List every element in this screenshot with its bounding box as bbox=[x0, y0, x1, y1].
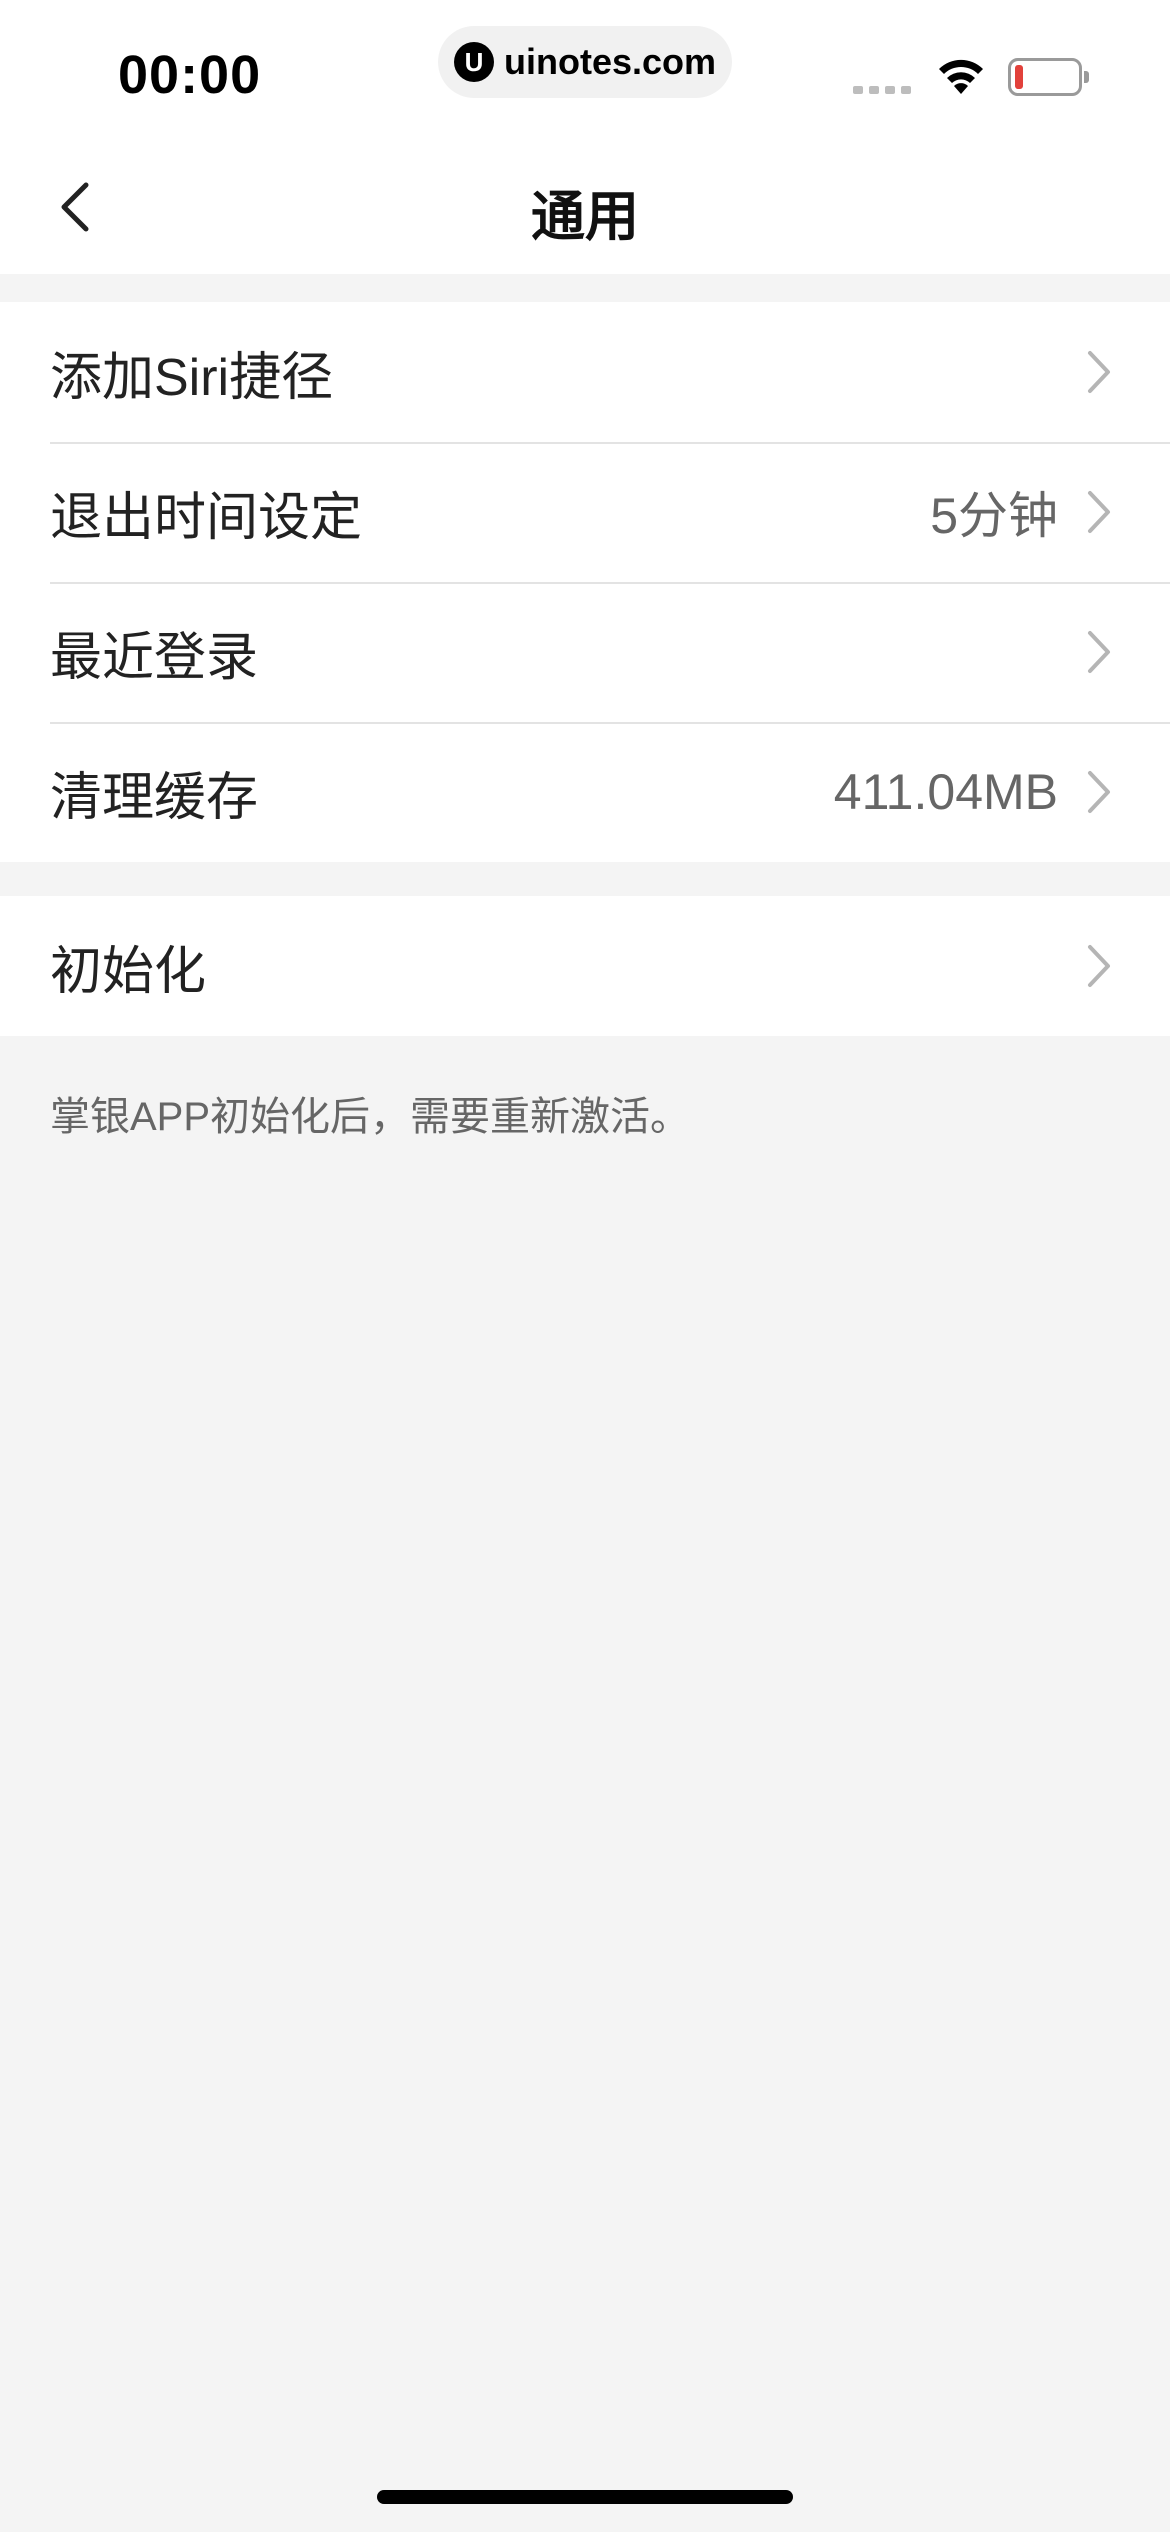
chevron-right-icon bbox=[1088, 945, 1110, 987]
chevron-right-icon bbox=[1088, 491, 1110, 533]
url-text: uinotes.com bbox=[503, 41, 717, 82]
home-indicator[interactable] bbox=[377, 2490, 793, 2504]
signal-icon bbox=[853, 86, 911, 94]
settings-row-initialize[interactable]: 初始化 bbox=[0, 896, 1170, 1036]
settings-row-clear-cache[interactable]: 清理缓存 411.04MB bbox=[0, 722, 1170, 862]
row-label: 初始化 bbox=[50, 942, 207, 1001]
site-logo-icon: U bbox=[453, 42, 494, 82]
status-bar: 00:00 U uinotes.com bbox=[0, 0, 1170, 140]
page-title: 通用 bbox=[531, 187, 639, 247]
chevron-right-icon bbox=[1088, 631, 1110, 673]
row-label: 清理缓存 bbox=[50, 768, 259, 827]
row-label: 最近登录 bbox=[50, 628, 259, 687]
chevron-right-icon bbox=[1088, 771, 1110, 813]
url-pill: U uinotes.com bbox=[438, 26, 732, 98]
settings-group-general: 添加Siri捷径 退出时间设定 5分钟 最近登录 清理缓存 411.04MB bbox=[0, 302, 1170, 862]
settings-row-siri-shortcut[interactable]: 添加Siri捷径 bbox=[0, 302, 1170, 442]
chevron-right-icon bbox=[1088, 351, 1110, 393]
battery-icon bbox=[1008, 58, 1089, 96]
wifi-icon bbox=[939, 59, 983, 94]
nav-bar: 通用 bbox=[0, 140, 1170, 274]
row-value: 411.04MB bbox=[833, 764, 1058, 820]
row-value: 5分钟 bbox=[930, 488, 1058, 544]
initialize-footnote: 掌银APP初始化后，需要重新激活。 bbox=[50, 1095, 691, 1139]
row-label: 添加Siri捷径 bbox=[50, 348, 334, 407]
row-label: 退出时间设定 bbox=[50, 488, 363, 547]
settings-group-reset: 初始化 bbox=[0, 896, 1170, 1036]
status-time: 00:00 bbox=[118, 45, 262, 105]
settings-row-recent-login[interactable]: 最近登录 bbox=[0, 582, 1170, 722]
settings-row-logout-time[interactable]: 退出时间设定 5分钟 bbox=[0, 442, 1170, 582]
